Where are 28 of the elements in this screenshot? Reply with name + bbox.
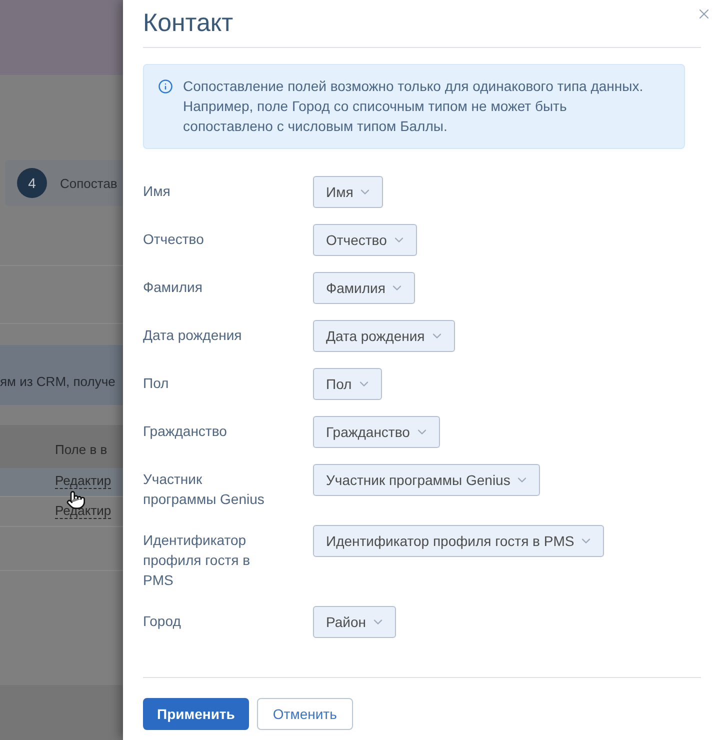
- field-select[interactable]: Идентификатор профиля гостя в PMS: [313, 525, 604, 557]
- field-label: Город: [143, 612, 182, 631]
- dialog-title: Контакт: [143, 11, 234, 36]
- field-select[interactable]: Участник программы Genius: [313, 464, 540, 496]
- field-select[interactable]: Имя: [313, 176, 384, 208]
- notice-text: ям из CRM, получе: [0, 373, 116, 391]
- field-select[interactable]: Гражданство: [313, 416, 440, 448]
- field-label: Фамилия: [143, 278, 204, 297]
- field-label: Участник программы Genius: [143, 470, 266, 509]
- info-icon: [158, 79, 173, 94]
- field-select[interactable]: Фамилия: [313, 272, 416, 304]
- field-label: Идентификатор профиля гостя в PMS: [143, 531, 252, 590]
- field-label: Гражданство: [143, 422, 228, 441]
- step-number: 4: [17, 168, 47, 198]
- apply-button[interactable]: Применить: [143, 698, 249, 730]
- field-select[interactable]: Отчество: [313, 224, 417, 256]
- field-select[interactable]: Дата рождения: [313, 320, 455, 352]
- field-select[interactable]: Район: [313, 606, 396, 638]
- field-label: Имя: [143, 182, 172, 201]
- field-label: Отчество: [143, 230, 205, 249]
- column-header: Поле в в: [55, 442, 108, 457]
- field-select[interactable]: Пол: [313, 368, 382, 400]
- step-label: Сопостав: [60, 176, 118, 190]
- edit-link[interactable]: Редактир: [55, 502, 112, 518]
- field-label: Пол: [143, 374, 170, 393]
- cancel-button[interactable]: Отменить: [256, 698, 353, 730]
- info-text: Сопоставление полей возможно только для одинакового типа данных. Например, поле Город со списочным типом не может быть сопоставлено с числовым типом Баллы.: [183, 77, 644, 136]
- field-label: Дата рождения: [143, 326, 243, 345]
